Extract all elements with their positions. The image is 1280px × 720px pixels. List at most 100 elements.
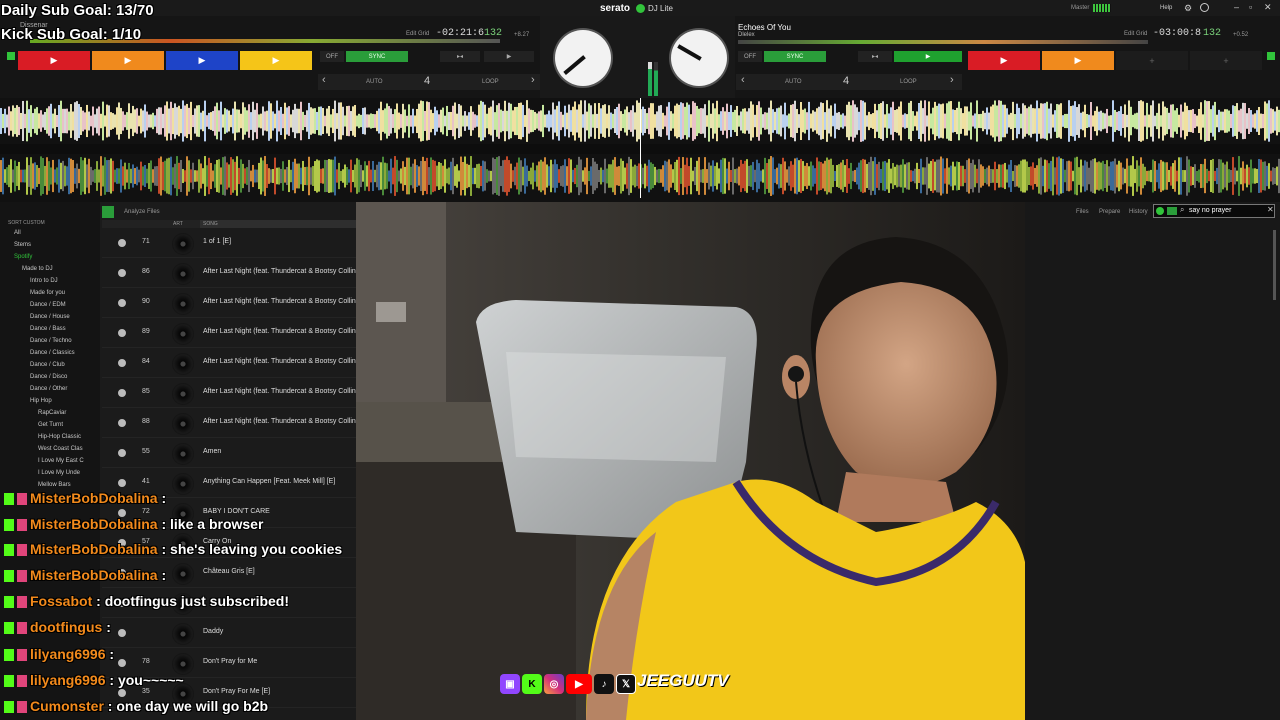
deck-right-cue-pad-4[interactable]: + <box>1190 51 1262 70</box>
waveform-bar <box>418 166 420 186</box>
sidebar-item[interactable]: Dance / Classics <box>30 350 75 356</box>
deck-left-loop-next-icon[interactable]: › <box>531 74 535 86</box>
sidebar-sort-header[interactable]: SORT CUSTOM <box>8 220 45 226</box>
table-row[interactable]: 86 After Last Night (feat. Thundercat & B… <box>102 258 362 288</box>
sidebar-item[interactable]: Dance / Other <box>30 386 67 392</box>
deck-right-overview[interactable] <box>738 40 1148 44</box>
sidebar-item[interactable]: Dance / Disco <box>30 374 67 380</box>
search-clear-icon[interactable]: ✕ <box>1267 205 1274 214</box>
sidebar-item[interactable]: Stems <box>14 242 31 248</box>
table-row[interactable]: Daddy <box>102 618 356 648</box>
deck-left-loop-size[interactable]: 4 <box>424 75 430 87</box>
deck-right-auto-label[interactable]: AUTO <box>785 79 802 85</box>
sidebar-item[interactable]: Made for you <box>30 290 65 296</box>
history-tab[interactable]: History <box>1129 209 1148 215</box>
sidebar-item[interactable]: Dance / Club <box>30 362 65 368</box>
deck-right-off-button[interactable]: OFF <box>738 51 762 62</box>
sidebar-item[interactable]: Spotify <box>14 254 32 260</box>
sidebar-item[interactable]: Dance / Bass <box>30 326 66 332</box>
sidebar-item[interactable]: Dance / EDM <box>30 302 66 308</box>
deck-left-cue-button[interactable]: ▸◂ <box>440 51 480 62</box>
waveform-bar <box>240 159 242 193</box>
column-song-header[interactable] <box>200 220 356 228</box>
sidebar-item[interactable]: I Love My East C <box>38 458 84 464</box>
column-art[interactable]: ART <box>173 221 183 227</box>
deck-right-sync-button[interactable]: SYNC <box>764 51 826 62</box>
sidebar-item[interactable]: RapCaviar <box>38 410 66 416</box>
deck-left-cue-pad-2[interactable]: ▶ <box>92 51 164 70</box>
help-menu[interactable]: Help <box>1160 5 1172 11</box>
table-row[interactable]: 55 Amen <box>102 438 356 468</box>
preview-play-icon[interactable] <box>118 359 126 367</box>
deck-right-edit-grid[interactable]: Edit Grid <box>1124 31 1147 37</box>
right-panel-scrollbar[interactable] <box>1273 230 1276 300</box>
analyze-files-button[interactable]: Analyze Files <box>124 209 160 215</box>
column-song[interactable]: SONG <box>203 221 218 227</box>
maximize-icon[interactable]: ▫ <box>1249 2 1252 12</box>
analyze-icon[interactable] <box>102 206 114 218</box>
waveform-bar <box>924 100 926 142</box>
search-input[interactable]: say no prayer <box>1189 207 1231 214</box>
deck-left-cue-pad-3[interactable]: ▶ <box>166 51 238 70</box>
table-row[interactable]: 90 After Last Night (feat. Thundercat & B… <box>102 288 362 318</box>
deck-right-platter[interactable] <box>671 30 727 86</box>
waveform-bar <box>98 106 100 136</box>
search-all-icon[interactable] <box>1167 207 1177 215</box>
sidebar-item[interactable]: Mellow Bars <box>38 482 71 488</box>
sidebar-item[interactable]: Hip-Hop Classic <box>38 434 81 440</box>
preview-play-icon[interactable] <box>118 659 126 667</box>
account-icon[interactable] <box>1200 3 1209 12</box>
preview-play-icon[interactable] <box>118 419 126 427</box>
sidebar-item[interactable]: Hip Hop <box>30 398 52 404</box>
deck-left-cue-pad-1[interactable]: ▶ <box>18 51 90 70</box>
table-row[interactable]: 88 After Last Night (feat. Thundercat & B… <box>102 408 362 438</box>
preview-play-icon[interactable] <box>118 629 126 637</box>
sidebar-item[interactable]: I Love My Unde <box>38 470 80 476</box>
files-tab[interactable]: Files <box>1076 209 1089 215</box>
table-row[interactable]: 84 After Last Night (feat. Thundercat & B… <box>102 348 362 378</box>
deck-left-cue-pad-4[interactable]: ▶ <box>240 51 312 70</box>
deck-right-loop-size[interactable]: 4 <box>843 75 849 87</box>
deck-left-play-button[interactable]: ▶ <box>484 51 534 62</box>
deck-left-auto-label[interactable]: AUTO <box>366 79 383 85</box>
prepare-tab[interactable]: Prepare <box>1099 209 1120 215</box>
table-row[interactable]: 89 After Last Night (feat. Thundercat & B… <box>102 318 362 348</box>
preview-play-icon[interactable] <box>118 479 126 487</box>
close-icon[interactable]: ✕ <box>1264 2 1272 13</box>
deck-left-loop-prev-icon[interactable]: ‹ <box>322 74 326 86</box>
deck-left-edit-grid[interactable]: Edit Grid <box>406 31 429 37</box>
deck-right-play-button[interactable]: ▶ <box>894 51 962 62</box>
table-row[interactable]: 85 After Last Night (feat. Thundercat & B… <box>102 378 362 408</box>
sidebar-item[interactable]: Made to DJ <box>22 266 53 272</box>
minimize-icon[interactable]: – <box>1234 2 1239 12</box>
preview-play-icon[interactable] <box>118 329 126 337</box>
chat-username: MisterBobDobalina <box>30 490 158 506</box>
preview-play-icon[interactable] <box>118 269 126 277</box>
sidebar-item[interactable]: Intro to DJ <box>30 278 58 284</box>
preview-play-icon[interactable] <box>118 689 126 697</box>
sidebar-item[interactable]: Dance / House <box>30 314 70 320</box>
deck-right-cue-pad-3[interactable]: + <box>1116 51 1188 70</box>
waveform-bar <box>150 114 152 128</box>
deck-right-loop-next-icon[interactable]: › <box>950 74 954 86</box>
preview-play-icon[interactable] <box>118 449 126 457</box>
deck-right-loop-prev-icon[interactable]: ‹ <box>741 74 745 86</box>
preview-play-icon[interactable] <box>118 239 126 247</box>
deck-right-loop-label[interactable]: LOOP <box>900 79 917 85</box>
search-source-icon[interactable] <box>1156 207 1164 215</box>
gear-icon[interactable]: ⚙ <box>1184 3 1192 14</box>
deck-left-platter[interactable] <box>555 30 611 86</box>
deck-right-cue-pad-1[interactable]: ▶ <box>968 51 1040 70</box>
sidebar-item[interactable]: Dance / Techno <box>30 338 72 344</box>
deck-left-off-button[interactable]: OFF <box>320 51 344 62</box>
sidebar-item[interactable]: All <box>14 230 21 236</box>
preview-play-icon[interactable] <box>118 299 126 307</box>
deck-right-cue-button[interactable]: ▸◂ <box>858 51 892 62</box>
table-row[interactable]: 71 1 of 1 [E] <box>102 228 356 258</box>
sidebar-item[interactable]: Get Turnt <box>38 422 63 428</box>
deck-left-sync-button[interactable]: SYNC <box>346 51 408 62</box>
preview-play-icon[interactable] <box>118 389 126 397</box>
deck-left-loop-label[interactable]: LOOP <box>482 79 499 85</box>
deck-right-cue-pad-2[interactable]: ▶ <box>1042 51 1114 70</box>
sidebar-item[interactable]: West Coast Clas <box>38 446 83 452</box>
